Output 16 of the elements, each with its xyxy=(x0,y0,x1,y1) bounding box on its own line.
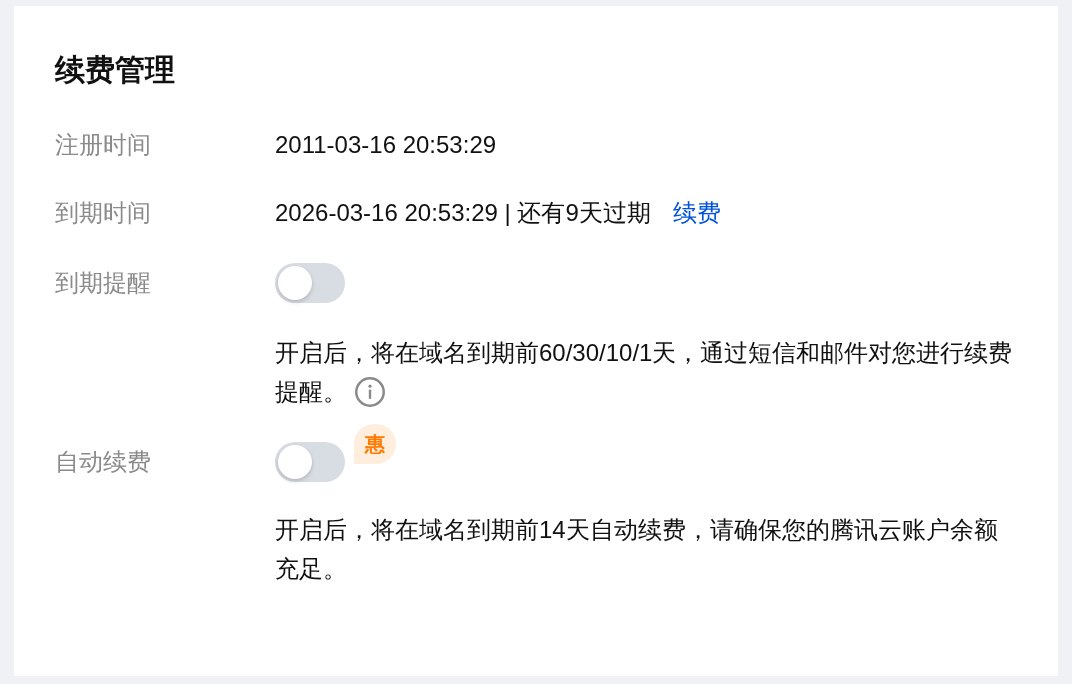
info-icon[interactable] xyxy=(355,376,385,407)
renew-link[interactable]: 续费 xyxy=(672,193,721,233)
promo-tag: 惠 xyxy=(354,424,396,464)
description-line: 开启后，将在域名到期前14天自动续费，请确保您的腾讯云账户余额 xyxy=(275,515,998,545)
field-value: 2026-03-16 20:53:29 | 还有9天过期 xyxy=(275,198,651,228)
field-label: 到期时间 xyxy=(55,198,151,228)
field-label: 到期提醒 xyxy=(55,268,151,298)
field-value: 2011-03-16 20:53:29 xyxy=(275,130,497,160)
field-label: 注册时间 xyxy=(55,130,151,160)
description-line: 提醒。 xyxy=(275,377,347,407)
field-label: 自动续费 xyxy=(55,447,151,477)
section-title: 续费管理 xyxy=(55,52,175,88)
toggle-switch[interactable] xyxy=(275,263,345,303)
description-line: 开启后，将在域名到期前60/30/10/1天，通过短信和邮件对您进行续费 xyxy=(275,338,1013,368)
toggle-switch[interactable] xyxy=(275,442,345,482)
description-line: 充足。 xyxy=(275,554,347,584)
